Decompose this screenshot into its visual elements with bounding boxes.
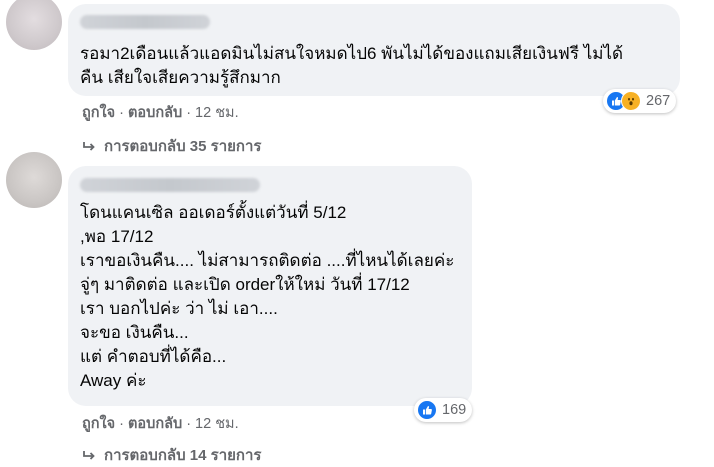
reply-arrow-icon [82,140,96,157]
commenter-name-redacted[interactable] [80,15,210,29]
replies-count-label: การตอบกลับ 35 รายการ [104,138,262,155]
comment-bubble: รอมา2เดือนแล้วแอดมินไม่สนใจหมดไป6 พันไม่… [68,4,680,96]
wow-icon [621,91,641,111]
reaction-count: 169 [442,402,467,418]
comment-text: โดนแคนเซิล ออเดอร์ตั้งแต่วันที่ 5/12 ,พอ… [80,203,455,390]
reaction-count: 267 [646,93,671,109]
like-link[interactable]: ถูกใจ [82,416,115,432]
comment-timestamp[interactable]: 12 ชม. [195,105,239,121]
reply-link[interactable]: ตอบกลับ [128,105,182,121]
comment-text: รอมา2เดือนแล้วแอดมินไม่สนใจหมดไป6 พันไม่… [80,44,624,87]
comment-actions: ถูกใจ · ตอบกลับ · 12 ชม. [82,416,239,432]
reply-arrow-icon [82,449,96,466]
comment-actions: ถูกใจ · ตอบกลับ · 12 ชม. [82,105,239,121]
commenter-avatar[interactable] [6,0,62,50]
replies-count-label: การตอบกลับ 14 รายการ [104,447,262,464]
view-replies-link[interactable]: การตอบกลับ 35 รายการ [82,134,261,158]
reply-link[interactable]: ตอบกลับ [128,416,182,432]
comment-bubble: โดนแคนเซิล ออเดอร์ตั้งแต่วันที่ 5/12 ,พอ… [68,166,472,406]
comment-timestamp[interactable]: 12 ชม. [195,416,239,432]
like-icon [417,400,437,420]
view-replies-link[interactable]: การตอบกลับ 14 รายการ [82,443,261,467]
reaction-summary[interactable]: 169 [414,398,473,422]
commenter-avatar[interactable] [6,152,62,208]
reaction-summary[interactable]: 267 [603,89,677,113]
like-link[interactable]: ถูกใจ [82,105,115,121]
commenter-name-redacted[interactable] [80,178,260,192]
